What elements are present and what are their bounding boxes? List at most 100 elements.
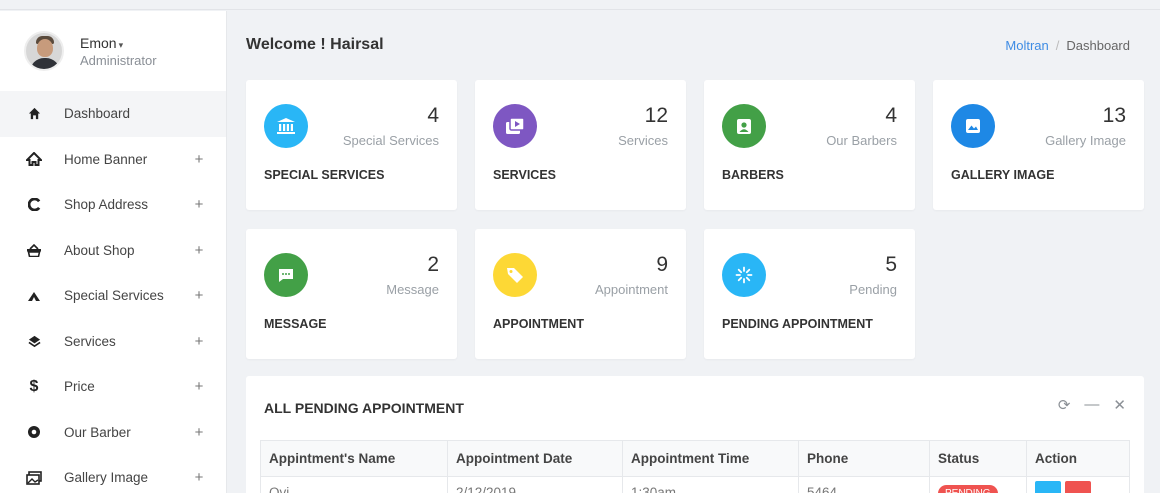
- sidebar-item-label: Services: [64, 333, 116, 349]
- caret-down-icon[interactable]: ▾: [119, 40, 124, 50]
- close-icon[interactable]: ✕: [1113, 396, 1126, 414]
- pending-appointment-table: Appintment's Name Appointment Date Appoi…: [260, 440, 1130, 493]
- cell-action: [1026, 476, 1130, 493]
- expand-plus-icon[interactable]: +: [192, 242, 206, 259]
- user-profile[interactable]: Emon ▾ Administrator: [0, 11, 226, 91]
- column-header: Appointment Time: [622, 440, 799, 477]
- sidebar-item-label: Shop Address: [64, 197, 149, 213]
- stat-title: SPECIAL SERVICES: [264, 168, 385, 182]
- stat-count: 12: [644, 104, 668, 127]
- sidebar-item-label: Price: [64, 379, 95, 395]
- top-border: [0, 0, 1160, 10]
- delete-button[interactable]: [1065, 481, 1091, 493]
- image-icon: [951, 104, 995, 148]
- column-header: Action: [1026, 440, 1130, 477]
- house-roof-icon: [24, 152, 44, 167]
- contact-card-icon: [722, 104, 766, 148]
- expand-plus-icon[interactable]: +: [192, 424, 206, 441]
- user-name[interactable]: Emon: [80, 35, 117, 51]
- stat-sublabel: Services: [618, 133, 668, 148]
- sidebar-item-label: About Shop: [64, 242, 135, 258]
- status-badge: PENDING: [938, 484, 998, 493]
- panel-title: ALL PENDING APPOINTMENT: [264, 400, 464, 416]
- minimize-icon[interactable]: —: [1084, 396, 1099, 414]
- stat-card-special-services[interactable]: 4 Special Services SPECIAL SERVICES: [246, 80, 457, 210]
- page-title: Welcome ! Hairsal: [246, 36, 384, 53]
- breadcrumb: Moltran / Dashboard: [1005, 38, 1130, 53]
- stat-count: 4: [885, 104, 897, 127]
- stat-title: MESSAGE: [264, 317, 327, 331]
- sidebar-item-special-services[interactable]: Special Services +: [0, 273, 226, 319]
- column-header: Status: [929, 440, 1027, 477]
- sidebar: Emon ▾ Administrator Dashboard Home Banne…: [0, 11, 227, 493]
- avatar[interactable]: [24, 31, 64, 71]
- stat-title: SERVICES: [493, 168, 556, 182]
- dollar-icon: $: [29, 377, 39, 395]
- user-role: Administrator: [80, 52, 157, 68]
- stat-card-gallery-image[interactable]: 13 Gallery Image GALLERY IMAGE: [933, 80, 1144, 210]
- stat-title: BARBERS: [722, 168, 784, 182]
- tag-icon: [493, 253, 537, 297]
- sidebar-item-shop-address[interactable]: Shop Address +: [0, 182, 226, 228]
- refresh-icon[interactable]: ⟳: [1058, 396, 1071, 414]
- stat-card-message[interactable]: 2 Message MESSAGE: [246, 229, 457, 359]
- table-header-row: Appintment's Name Appointment Date Appoi…: [260, 440, 1130, 477]
- sidebar-item-gallery-image[interactable]: Gallery Image +: [0, 455, 226, 493]
- location-c-icon: [24, 198, 44, 212]
- expand-plus-icon[interactable]: +: [192, 469, 206, 486]
- column-header: Appintment's Name: [260, 440, 448, 477]
- stat-sublabel: Our Barbers: [826, 133, 897, 148]
- table-row: Ovi 2/12/2019 1:30am 5464 PENDING: [260, 476, 1130, 493]
- stat-sublabel: Appointment: [595, 282, 668, 297]
- stat-card-appointment[interactable]: 9 Appointment APPOINTMENT: [475, 229, 686, 359]
- edit-button[interactable]: [1035, 481, 1061, 493]
- stat-count: 4: [427, 104, 439, 127]
- sidebar-item-dashboard[interactable]: Dashboard: [0, 91, 226, 137]
- stat-count: 5: [885, 253, 897, 276]
- stat-title: GALLERY IMAGE: [951, 168, 1055, 182]
- sidebar-item-services[interactable]: Services +: [0, 319, 226, 365]
- stat-sublabel: Pending: [849, 282, 897, 297]
- sidebar-item-label: Special Services: [64, 288, 164, 304]
- briefcase-icon: [493, 104, 537, 148]
- stat-sublabel: Gallery Image: [1045, 133, 1126, 148]
- barber-circle-icon: [24, 425, 44, 439]
- stat-card-pending-appointment[interactable]: 5 Pending PENDING APPOINTMENT: [704, 229, 915, 359]
- user-name-row[interactable]: Emon ▾: [80, 35, 157, 51]
- sidebar-item-price[interactable]: $ Price +: [0, 364, 226, 410]
- stat-sublabel: Message: [386, 282, 439, 297]
- chat-icon: [264, 253, 308, 297]
- stat-title: APPOINTMENT: [493, 317, 584, 331]
- expand-plus-icon[interactable]: +: [192, 287, 206, 304]
- pending-appointment-panel: ALL PENDING APPOINTMENT ⟳ — ✕ Appintment…: [246, 376, 1144, 493]
- expand-plus-icon[interactable]: +: [192, 151, 206, 168]
- cell-status: PENDING: [929, 476, 1027, 493]
- stat-card-services[interactable]: 12 Services SERVICES: [475, 80, 686, 210]
- page-header: Welcome ! Hairsal Moltran / Dashboard: [228, 11, 1160, 79]
- breadcrumb-root-link[interactable]: Moltran: [1005, 38, 1048, 53]
- stat-count: 9: [656, 253, 668, 276]
- gallery-icon: [24, 470, 44, 485]
- column-header: Phone: [798, 440, 930, 477]
- sidebar-item-label: Home Banner: [64, 151, 148, 167]
- expand-plus-icon[interactable]: +: [192, 333, 206, 350]
- panel-tools: ⟳ — ✕: [1058, 396, 1126, 414]
- cell-name: Ovi: [260, 476, 448, 493]
- sidebar-item-home-banner[interactable]: Home Banner +: [0, 137, 226, 183]
- stat-card-barbers[interactable]: 4 Our Barbers BARBERS: [704, 80, 915, 210]
- sidebar-item-label: Gallery Image: [64, 470, 149, 486]
- cell-phone: 5464: [798, 476, 930, 493]
- sidebar-item-our-barber[interactable]: Our Barber +: [0, 410, 226, 456]
- spinner-icon: [722, 253, 766, 297]
- sidebar-item-about-shop[interactable]: About Shop +: [0, 228, 226, 274]
- stat-count: 2: [427, 253, 439, 276]
- sidebar-item-label: Our Barber: [64, 424, 131, 440]
- expand-plus-icon[interactable]: +: [192, 378, 206, 395]
- cell-time: 1:30am: [622, 476, 799, 493]
- breadcrumb-current: Dashboard: [1066, 37, 1130, 53]
- user-info: Emon ▾ Administrator: [80, 35, 157, 68]
- basket-icon: [24, 243, 44, 257]
- expand-plus-icon[interactable]: +: [192, 196, 206, 213]
- breadcrumb-separator: /: [1055, 37, 1060, 53]
- cell-date: 2/12/2019: [447, 476, 623, 493]
